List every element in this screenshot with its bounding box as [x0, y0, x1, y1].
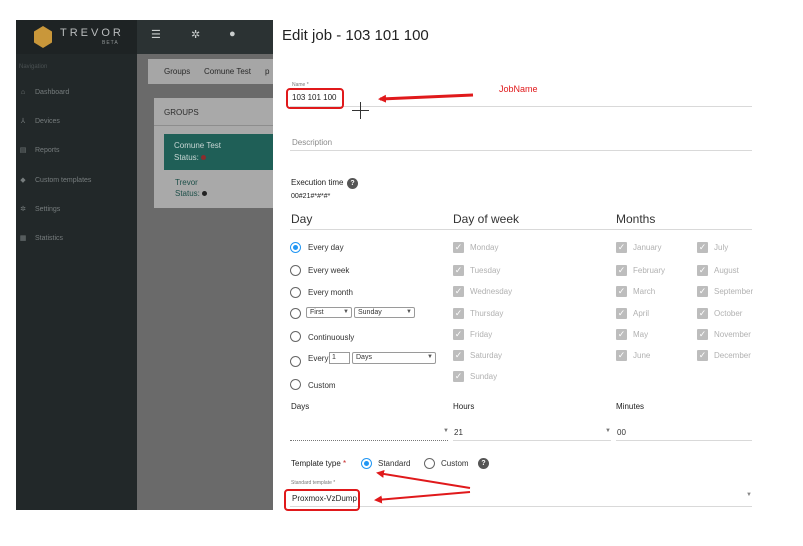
screenshot-root: TREVOR BETA Navigation ⌂ Dashboard ⅄ Dev…: [0, 0, 803, 546]
cursor-icon: [360, 102, 361, 119]
name-arrow: [378, 93, 474, 103]
template-type-arrow: [376, 470, 471, 489]
annotation-arrows: [374, 93, 474, 504]
template-value-arrow: [374, 491, 471, 504]
